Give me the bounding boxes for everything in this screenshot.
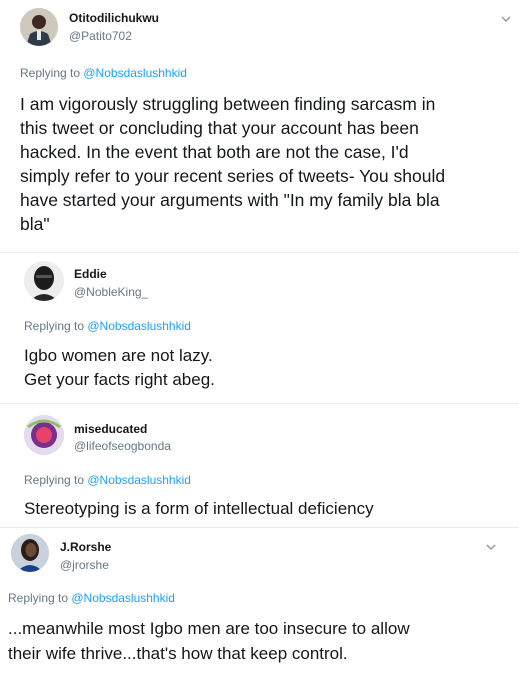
username[interactable]: @Patito702 xyxy=(69,29,132,43)
replying-to: Replying to @Nobsdaslushhkid xyxy=(24,473,191,487)
avatar[interactable] xyxy=(24,261,64,301)
tweet-text-line: have started your arguments with "In my … xyxy=(20,190,440,210)
display-name[interactable]: Otitodilichukwu xyxy=(69,11,159,25)
tweet-3: miseducated @lifeofseogbonda Replying to… xyxy=(0,405,519,527)
tweet-2: Eddie @NobleKing_ Replying to @Nobsdaslu… xyxy=(0,255,519,403)
replying-to-label: Replying to xyxy=(8,591,72,605)
tweet-text-line: ...meanwhile most Igbo men are too insec… xyxy=(8,619,410,638)
avatar[interactable] xyxy=(11,534,49,572)
avatar[interactable] xyxy=(24,415,64,455)
replying-to: Replying to @Nobsdaslushhkid xyxy=(8,591,175,605)
tweet-text-line: simply refer to your recent series of tw… xyxy=(20,166,446,186)
mention-link[interactable]: @Nobsdaslushhkid xyxy=(87,319,191,333)
chevron-down-icon[interactable] xyxy=(485,540,497,552)
tweet-text-line: hacked. In the event that both are not t… xyxy=(20,142,409,162)
username[interactable]: @jrorshe xyxy=(60,558,109,572)
tweet-4: J.Rorshe @jrorshe Replying to @Nobsdaslu… xyxy=(0,528,519,683)
tweet-text-line: their wife thrive...that's how that keep… xyxy=(8,644,348,663)
divider xyxy=(0,403,519,404)
mention-link[interactable]: @Nobsdaslushhkid xyxy=(87,473,191,487)
tweet-text-line: this tweet or concluding that your accou… xyxy=(20,118,419,138)
replying-to: Replying to @Nobsdaslushhkid xyxy=(20,66,187,80)
divider xyxy=(0,252,519,253)
tweet-text-line: I am vigorously struggling between findi… xyxy=(20,94,436,114)
tweet-text-line: Stereotyping is a form of intellectual d… xyxy=(24,499,374,518)
tweet-text-line: Get your facts right abeg. xyxy=(24,370,215,389)
username[interactable]: @lifeofseogbonda xyxy=(74,439,171,453)
avatar[interactable] xyxy=(20,8,58,46)
display-name[interactable]: miseducated xyxy=(74,422,147,436)
replying-to-label: Replying to xyxy=(20,66,84,80)
tweet-text-line: bla" xyxy=(20,214,50,234)
tweet-text-line: Igbo women are not lazy. xyxy=(24,346,213,365)
username[interactable]: @NobleKing_ xyxy=(74,285,148,299)
mention-link[interactable]: @Nobsdaslushhkid xyxy=(83,66,187,80)
display-name[interactable]: Eddie xyxy=(74,267,107,281)
mention-link[interactable]: @Nobsdaslushhkid xyxy=(71,591,175,605)
tweet-1: Otitodilichukwu @Patito702 Replying to @… xyxy=(0,0,519,255)
replying-to: Replying to @Nobsdaslushhkid xyxy=(24,319,191,333)
chevron-down-icon[interactable] xyxy=(500,12,512,24)
replying-to-label: Replying to xyxy=(24,319,88,333)
display-name[interactable]: J.Rorshe xyxy=(60,540,111,554)
replying-to-label: Replying to xyxy=(24,473,88,487)
